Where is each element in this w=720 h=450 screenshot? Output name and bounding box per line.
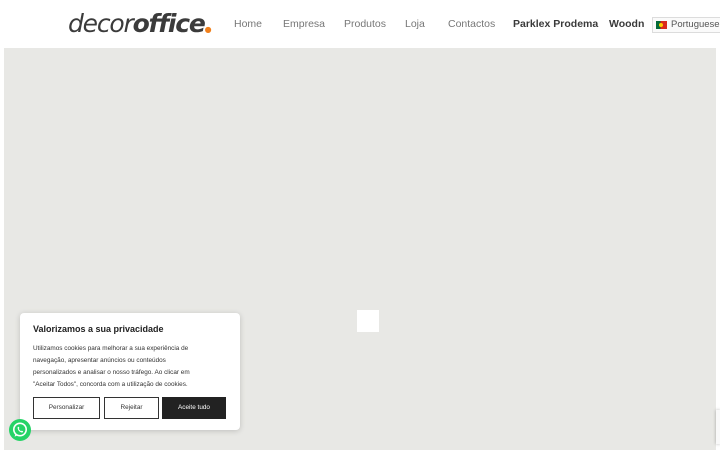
recaptcha-badge[interactable] — [716, 410, 720, 444]
accept-all-cookies-button[interactable]: Aceite tudo — [162, 397, 226, 419]
reject-cookies-button[interactable]: Rejeitar — [104, 397, 159, 419]
cookie-banner-text: Utilizamos cookies para melhorar a sua e… — [33, 343, 227, 391]
nav-item-loja[interactable]: Loja — [405, 16, 425, 32]
nav-item-produtos[interactable]: Produtos — [344, 16, 386, 32]
cookie-text-line: personalizados e analisar o nosso tráfeg… — [33, 369, 190, 376]
nav-item-parklex-prodema[interactable]: Parklex Prodema — [513, 16, 598, 32]
nav-item-woodn[interactable]: Woodn — [609, 16, 644, 32]
cookie-text-line: Utilizamos cookies para melhorar a sua e… — [33, 345, 189, 352]
cookie-text-line: "Aceitar Todos", concorda com a utilizaç… — [33, 381, 188, 388]
main-nav: Home Empresa Produtos Loja Contactos Par… — [0, 16, 720, 34]
map-marker-icon[interactable] — [357, 310, 379, 332]
language-selected-label: Portuguese — [671, 19, 720, 30]
site-header: decoroffice● Home Empresa Produtos Loja … — [0, 0, 720, 48]
cookie-button-group: Personalizar Rejeitar Aceite tudo — [33, 397, 229, 419]
cookie-banner-title: Valorizamos a sua privacidade — [33, 324, 164, 334]
language-selector[interactable]: Portuguese — [652, 17, 720, 33]
portugal-flag-icon — [656, 21, 667, 29]
whatsapp-icon[interactable] — [9, 419, 31, 441]
nav-item-home[interactable]: Home — [234, 16, 262, 32]
nav-item-contactos[interactable]: Contactos — [448, 16, 495, 32]
cookie-text-line: navegação, apresentar anúncios ou conteú… — [33, 357, 166, 364]
cookie-consent-banner: Valorizamos a sua privacidade Utilizamos… — [20, 313, 240, 430]
whatsapp-glyph-icon — [13, 422, 27, 437]
nav-item-empresa[interactable]: Empresa — [283, 16, 325, 32]
customize-cookies-button[interactable]: Personalizar — [33, 397, 100, 419]
